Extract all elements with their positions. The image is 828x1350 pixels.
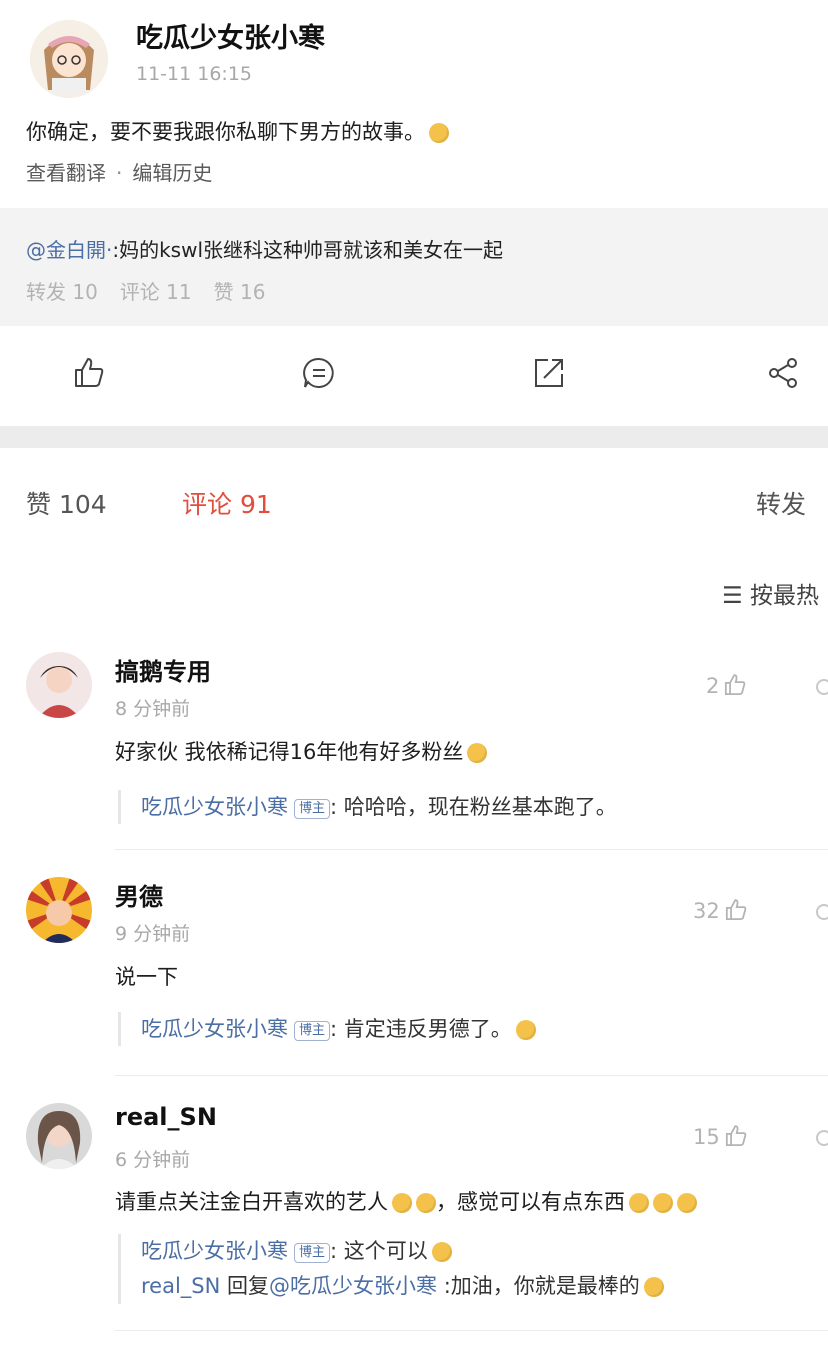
emoji-icon [429, 123, 449, 143]
emoji-icon [392, 1193, 412, 1213]
comment-time: 9 分钟前 [115, 923, 191, 945]
author-badge: 博主 [294, 1021, 331, 1041]
reply-user[interactable]: 吃瓜少女张小寒 [141, 795, 288, 819]
emoji-icon [467, 743, 488, 763]
more-icon[interactable] [816, 1130, 828, 1146]
emoji-icon [629, 1193, 649, 1213]
tab-comments[interactable]: 评论 91 [182, 485, 272, 521]
author-badge: 博主 [294, 799, 331, 819]
comment-text-content: 请重点关注金白开喜欢的艺人 [115, 1190, 388, 1214]
comment-icon[interactable] [302, 356, 336, 390]
commenter-avatar[interactable] [26, 1103, 92, 1169]
commenter-avatar[interactable] [26, 652, 92, 718]
repost-like-count: 赞 16 [213, 280, 266, 304]
sort-icon: ☰ [722, 583, 743, 609]
comment-like-count: 15 [693, 1125, 720, 1149]
reply-text: : 肯定违反男德了。 [330, 1017, 512, 1041]
repost-forward-count: 转发 10 [26, 280, 98, 304]
comment-text-content: 好家伙 我依稀记得16年他有好多粉丝 [115, 740, 464, 764]
reply-text: :加油，你就是最棒的 [437, 1274, 640, 1298]
reply-item[interactable]: 吃瓜少女张小寒 博主: 哈哈哈，现在粉丝基本跑了。 [118, 790, 617, 824]
comment-text: 好家伙 我依稀记得16年他有好多粉丝 [115, 736, 488, 766]
repost-stats: 转发 10 评论 11 赞 16 [26, 276, 287, 305]
post-time: 11-11 16:15 [136, 63, 253, 85]
post-text-content: 你确定，要不要我跟你私聊下男方的故事。 [26, 120, 425, 144]
emoji-icon [677, 1193, 697, 1213]
like-icon[interactable] [72, 356, 106, 390]
emoji-icon [431, 1242, 452, 1262]
share-icon[interactable] [766, 356, 800, 390]
author-name[interactable]: 吃瓜少女张小寒 [136, 16, 325, 55]
comment-time: 8 分钟前 [115, 698, 191, 720]
reply-text: : 哈哈哈，现在粉丝基本跑了。 [330, 795, 617, 819]
commenter-name[interactable]: 搞鹅专用 [115, 652, 211, 687]
thumb-up-icon [725, 899, 746, 921]
comment-text: 说一下 [115, 965, 178, 989]
author-badge: 博主 [294, 1243, 331, 1263]
forward-icon[interactable] [532, 356, 566, 390]
comment-like-count: 32 [693, 899, 720, 923]
comment-text-content-2: ，感觉可以有点东西 [436, 1190, 625, 1214]
tab-bar [0, 448, 828, 548]
reply-user[interactable]: 吃瓜少女张小寒 [141, 1017, 288, 1041]
thumb-up-icon [725, 1125, 746, 1147]
sort-button[interactable]: ☰ 按最热 [722, 576, 819, 610]
reply-item[interactable]: 吃瓜少女张小寒 博主: 肯定违反男德了。 [118, 1012, 536, 1046]
repost-comment-count: 评论 11 [119, 280, 192, 304]
translate-link[interactable]: 查看翻译 [26, 161, 106, 185]
comment-time: 6 分钟前 [115, 1149, 191, 1171]
section-gap [0, 426, 828, 448]
emoji-icon [515, 1020, 536, 1040]
more-icon[interactable] [816, 904, 828, 920]
comment-divider [115, 1330, 828, 1331]
repost-box[interactable] [0, 208, 828, 326]
post-links: 查看翻译 · 编辑历史 [26, 157, 212, 186]
comment-text: 请重点关注金白开喜欢的艺人 ，感觉可以有点东西 [115, 1186, 697, 1216]
comment-divider [115, 849, 828, 850]
repost-text: @金白開·:妈的kswl张继科这种帅哥就该和美女在一起 [26, 234, 503, 263]
reply-item[interactable]: 吃瓜少女张小寒 博主: 这个可以 [118, 1234, 452, 1268]
thumb-up-icon [725, 674, 746, 696]
commenter-avatar[interactable] [26, 877, 92, 943]
comment-like-button[interactable]: 15 [693, 1124, 748, 1149]
tab-likes[interactable]: 赞 104 [26, 485, 107, 521]
more-icon[interactable] [816, 679, 828, 695]
repost-content: :妈的kswl张继科这种帅哥就该和美女在一起 [112, 238, 504, 262]
comment-like-button[interactable]: 2 [706, 673, 747, 698]
reply-item[interactable]: real_SN 回复@吃瓜少女张小寒 :加油，你就是最棒的 [118, 1268, 664, 1304]
author-avatar[interactable] [30, 20, 108, 98]
comment-like-count: 2 [706, 674, 720, 698]
edit-history-link[interactable]: 编辑历史 [132, 161, 212, 185]
reply-verb: 回复 [220, 1274, 270, 1298]
emoji-icon [653, 1193, 673, 1213]
reply-user[interactable]: 吃瓜少女张小寒 [141, 1239, 288, 1263]
reply-text: : 这个可以 [330, 1239, 428, 1263]
post-text: 你确定，要不要我跟你私聊下男方的故事。 [26, 116, 449, 146]
tab-forwards[interactable]: 转发 [756, 485, 806, 521]
commenter-name[interactable]: real_SN [115, 1103, 217, 1131]
emoji-icon [416, 1193, 436, 1213]
action-bar [0, 326, 828, 426]
sort-label: 按最热 [749, 583, 819, 609]
emoji-icon [643, 1277, 664, 1297]
link-separator: · [116, 161, 123, 185]
repost-mention[interactable]: @金白開· [26, 238, 112, 262]
reply-user[interactable]: real_SN [141, 1274, 220, 1298]
comment-like-button[interactable]: 32 [693, 898, 748, 923]
comment-divider [115, 1075, 828, 1076]
reply-mention[interactable]: @吃瓜少女张小寒 [269, 1274, 437, 1298]
commenter-name[interactable]: 男德 [115, 877, 163, 912]
